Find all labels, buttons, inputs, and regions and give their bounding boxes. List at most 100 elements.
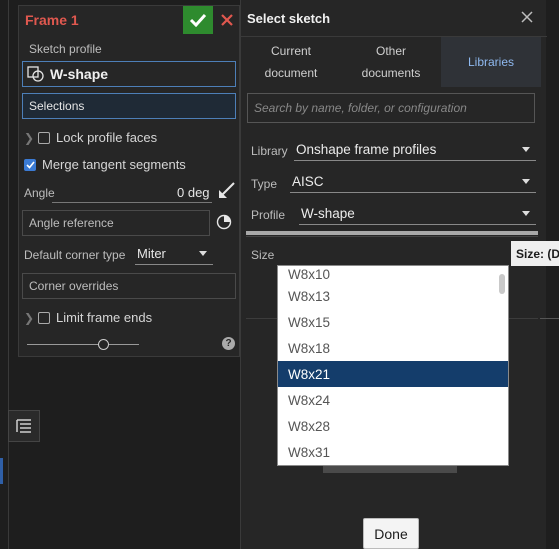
selections-field[interactable]: Selections [22,93,236,119]
list-item-selected[interactable]: W8x21 [278,361,508,387]
size-option-label: W8x13 [288,288,331,304]
frame-feature-panel: Frame 1 Sketch profile W-shape Selection… [18,5,240,357]
sketch-profile-value: W-shape [50,66,109,82]
checkmark-icon [189,13,207,27]
tooltip-text: Size: (De [516,246,559,261]
limit-frame-ends-label: Limit frame ends [56,310,153,325]
list-item[interactable]: W8x24 [278,387,508,413]
close-icon [221,14,233,26]
slider-track[interactable] [27,344,139,345]
angle-value[interactable]: 0 deg [177,185,210,200]
help-icon[interactable]: ? [222,337,235,350]
background-line [540,318,559,319]
dialog-close-button[interactable] [519,9,535,25]
checkmark-icon [25,160,35,169]
confirm-button[interactable] [183,6,213,34]
profile-label: Profile [251,208,286,222]
size-option-label: W8x24 [288,392,331,408]
sketch-profile-label: Sketch profile [29,42,102,56]
angle-direction-button[interactable] [217,180,237,200]
lock-profile-faces-label: Lock profile faces [56,130,158,145]
limit-frame-ends-row[interactable]: ❯ Limit frame ends [24,310,152,325]
caret-down-icon [199,251,207,256]
caret-down-icon [522,147,530,152]
merge-tangent-label: Merge tangent segments [42,157,186,172]
dialog-title: Select sketch [247,11,331,26]
type-label: Type [251,177,278,191]
size-option-label: W8x15 [288,314,331,330]
list-item[interactable]: W8x15 [278,309,508,335]
profile-select[interactable]: W-shape [299,203,536,225]
tab-label: document [264,66,318,80]
close-icon [521,11,533,23]
search-input[interactable]: Search by name, folder, or configuration [247,93,535,123]
cancel-button[interactable] [217,9,237,31]
done-label: Done [374,525,408,542]
section-divider-thin [246,236,538,237]
library-label: Library [251,144,288,158]
library-value: Onshape frame profiles [296,142,437,157]
angle-reference-button[interactable] [216,214,232,230]
frame-title: Frame 1 [25,12,79,28]
corner-overrides-label: Corner overrides [29,279,119,293]
corner-overrides-field[interactable]: Corner overrides [22,273,236,299]
tab-label: Current [270,44,311,58]
limit-frame-ends-checkbox[interactable] [38,311,50,324]
tab-label: Other [375,44,406,58]
tab-libraries[interactable]: Libraries [441,37,541,87]
list-item[interactable]: W8x28 [278,413,508,439]
angle-label: Angle [24,186,55,200]
profile-value: W-shape [301,206,355,221]
chevron-right-icon: ❯ [24,130,35,145]
pie-clock-icon [216,214,232,230]
library-select[interactable]: Onshape frame profiles [294,139,536,161]
size-option-label: W8x28 [288,418,331,434]
size-label: Size [251,248,275,262]
section-divider [246,231,538,235]
search-placeholder: Search by name, folder, or configuration [254,101,467,115]
tab-other-documents[interactable]: Other documents [341,37,441,87]
size-option-label: W8x31 [288,444,331,460]
size-option-label: W8x10 [288,267,331,282]
merge-tangent-row[interactable]: Merge tangent segments [24,157,186,172]
caret-down-icon [522,211,530,216]
size-option-label: W8x21 [288,366,331,382]
tab-label: Libraries [467,55,515,69]
dialog-tabs: Current document Other documents Libraries [241,36,547,87]
angle-input-underline [52,202,212,203]
scrollbar-thumb[interactable] [499,274,505,294]
background-divider [8,0,9,549]
size-option-label: W8x18 [288,340,331,356]
merge-tangent-checkbox[interactable] [24,158,36,171]
lock-profile-faces-checkbox[interactable] [38,131,50,144]
selections-label: Selections [29,99,85,113]
slider-handle[interactable] [98,339,109,350]
list-item[interactable]: W8x18 [278,335,508,361]
angle-reference-field[interactable]: Angle reference [22,210,210,236]
tab-label: documents [361,66,421,80]
list-icon [16,419,31,433]
tab-current-document[interactable]: Current document [241,37,341,87]
profile-shape-icon [27,66,44,82]
size-tooltip: Size: (De [511,241,559,266]
default-corner-label: Default corner type [24,248,126,262]
preview-thumbnail-bar [323,465,457,473]
list-item[interactable]: W8x31 [278,439,508,465]
selection-marker [0,458,3,484]
angle-reference-label: Angle reference [29,216,114,230]
size-dropdown-list[interactable]: W8x10 W8x13 W8x15 W8x18 W8x21 W8x24 W8x2… [277,265,509,466]
list-item[interactable]: W8x13 [278,283,508,309]
list-item[interactable]: W8x10 [278,266,508,283]
done-button[interactable]: Done [363,518,419,549]
caret-down-icon [522,179,530,184]
list-tool-button[interactable] [8,410,40,442]
sketch-profile-field[interactable]: W-shape [22,61,236,87]
default-corner-value: Miter [137,246,166,261]
type-value: AISC [292,174,324,189]
frame-header: Frame 1 [19,6,239,34]
lock-profile-faces-row[interactable]: ❯ Lock profile faces [24,130,157,145]
arrow-icon [219,182,235,198]
chevron-right-icon: ❯ [24,310,35,325]
type-select[interactable]: AISC [290,171,536,193]
default-corner-select[interactable]: Miter [135,243,213,265]
